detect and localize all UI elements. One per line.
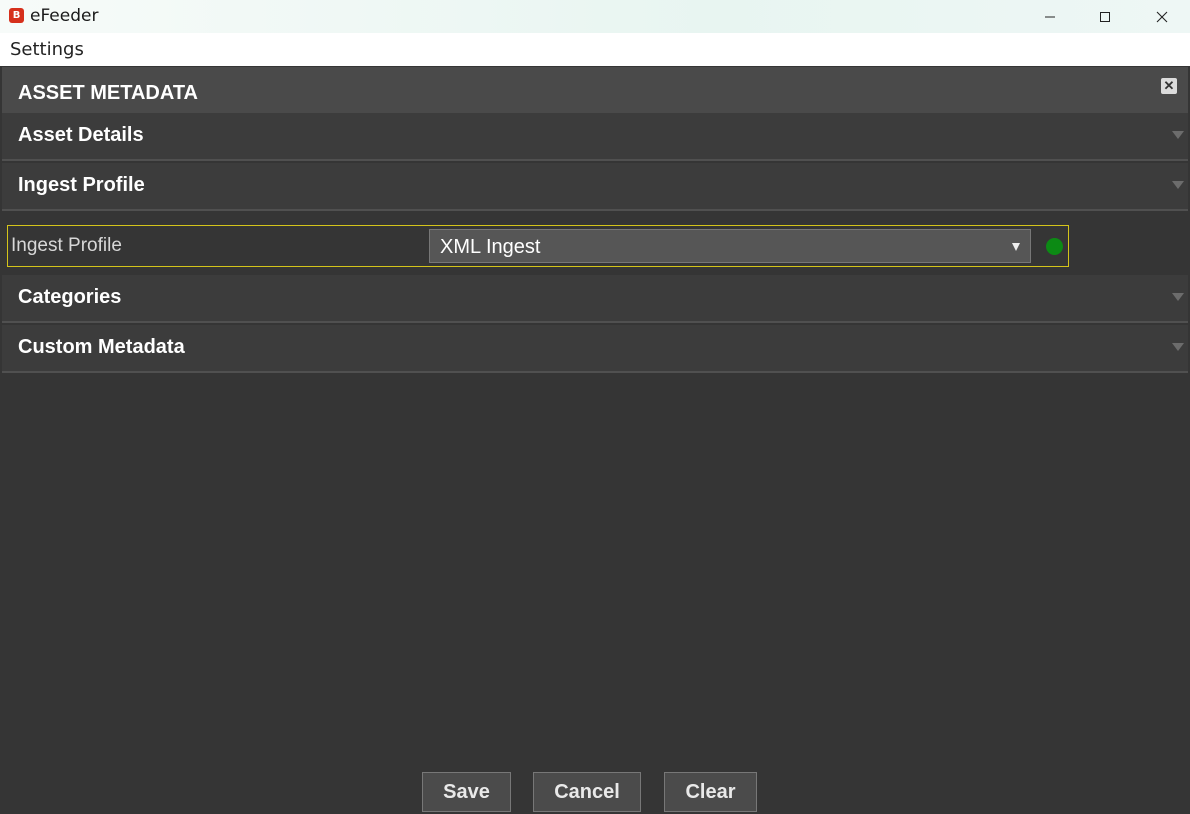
window-close-button[interactable]: [1134, 0, 1190, 33]
panel-header: ASSET METADATA ✕: [2, 67, 1188, 113]
section-ingest-profile[interactable]: Ingest Profile: [2, 163, 1188, 211]
close-icon: [1156, 11, 1168, 22]
panel-close-icon[interactable]: ✕: [1161, 78, 1177, 94]
section-asset-details[interactable]: Asset Details: [2, 113, 1188, 161]
minimize-icon: [1045, 16, 1055, 17]
ingest-profile-select[interactable]: XML Ingest: [429, 229, 1031, 263]
title-bar: B eFeeder: [0, 0, 1190, 33]
chevron-down-icon: [1172, 343, 1184, 351]
app-logo-icon: B: [9, 8, 24, 23]
minimize-button[interactable]: [1022, 0, 1078, 33]
maximize-button[interactable]: [1077, 0, 1133, 33]
panel-title: ASSET METADATA: [18, 82, 198, 104]
dropdown-arrow-icon: [1012, 243, 1020, 251]
section-label: Asset Details: [18, 124, 144, 146]
section-label: Ingest Profile: [18, 174, 145, 196]
ingest-profile-label: Ingest Profile: [11, 235, 122, 256]
chevron-down-icon: [1172, 181, 1184, 189]
chevron-down-icon: [1172, 131, 1184, 139]
menu-bar: Settings: [0, 33, 1190, 66]
menu-item-settings[interactable]: Settings: [10, 39, 84, 60]
clear-button[interactable]: Clear: [664, 772, 757, 812]
chevron-down-icon: [1172, 293, 1184, 301]
status-indicator-icon: [1046, 238, 1063, 255]
section-label: Custom Metadata: [18, 336, 185, 358]
ingest-profile-selected-value: XML Ingest: [440, 236, 541, 258]
save-button[interactable]: Save: [422, 772, 511, 812]
section-categories[interactable]: Categories: [2, 275, 1188, 323]
window-title: eFeeder: [30, 6, 99, 26]
section-label: Categories: [18, 286, 122, 308]
ingest-profile-field: Ingest Profile XML Ingest: [7, 225, 1069, 267]
cancel-button[interactable]: Cancel: [533, 772, 641, 812]
section-custom-metadata[interactable]: Custom Metadata: [2, 325, 1188, 373]
asset-metadata-panel: ASSET METADATA ✕ Asset Details Ingest Pr…: [2, 67, 1188, 814]
maximize-icon: [1100, 11, 1110, 22]
